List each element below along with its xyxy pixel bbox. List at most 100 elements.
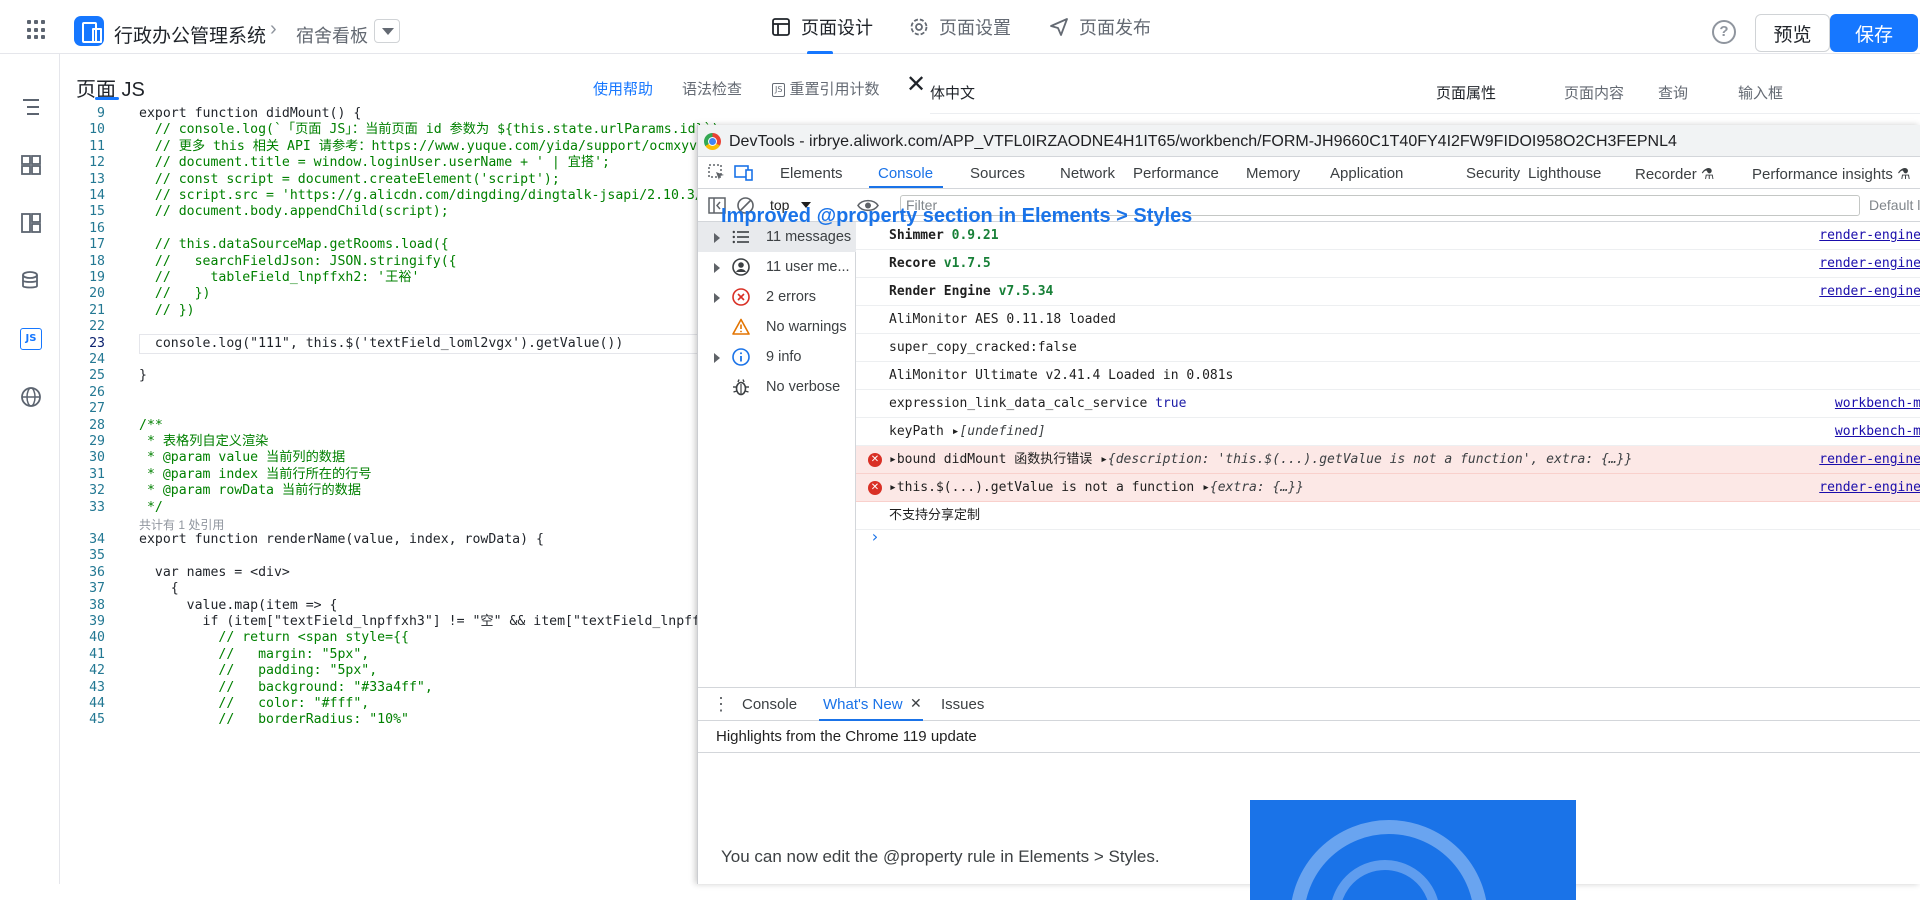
message-text: super_copy_cracked:false xyxy=(889,334,1077,362)
expand-arrow-icon xyxy=(714,233,720,243)
tab-page-publish[interactable]: 页面发布 xyxy=(1049,0,1151,54)
close-icon[interactable]: ✕ xyxy=(910,695,922,712)
message-text: ▸bound didMount 函数执行错误 ▸{description: 't… xyxy=(889,446,1632,474)
datasource-icon[interactable] xyxy=(20,270,42,292)
tab-console[interactable]: Console xyxy=(878,165,933,182)
save-button[interactable]: 保存 xyxy=(1830,14,1918,52)
tab-network[interactable]: Network xyxy=(1060,165,1115,182)
message-text: Recore v1.7.5 xyxy=(889,250,991,278)
tab-lighthouse[interactable]: Lighthouse xyxy=(1528,165,1601,182)
tab-performance[interactable]: Performance xyxy=(1133,165,1219,182)
console-message[interactable]: keyPath ▸[undefined] workbench-m xyxy=(856,418,1920,446)
tab-memory[interactable]: Memory xyxy=(1246,165,1300,182)
drawer-tab-console[interactable]: Console xyxy=(742,696,797,713)
whats-new-headline[interactable]: Improved @property section in Elements >… xyxy=(721,205,1192,228)
tab-page-settings-label: 页面设置 xyxy=(939,18,1011,38)
console-message[interactable]: Recore v1.7.5 render-engine xyxy=(856,250,1920,278)
console-message[interactable]: expression_link_data_calc_service true wo… xyxy=(856,390,1920,418)
tab-application[interactable]: Application xyxy=(1330,165,1403,182)
page-name[interactable]: 宿舍看板 xyxy=(296,22,368,48)
drawer-tab-whats-new[interactable]: What's New xyxy=(823,696,903,713)
message-label: super_copy_cracked:false xyxy=(889,340,1077,355)
info-icon xyxy=(732,348,750,366)
sidebar-item-warnings[interactable]: No warnings xyxy=(698,312,856,342)
breadcrumb-separator: › xyxy=(270,18,277,40)
sidebar-item-label: 2 errors xyxy=(766,289,816,305)
message-label: Render Engine xyxy=(889,284,991,299)
console-message[interactable]: Render Engine v7.5.34 render-engine xyxy=(856,278,1920,306)
message-text: AliMonitor Ultimate v2.41.4 Loaded in 0.… xyxy=(889,362,1233,390)
console-error-message[interactable]: ✕ ▸bound didMount 函数执行错误 ▸{description: '… xyxy=(856,446,1920,474)
bug-icon xyxy=(733,379,749,396)
reset-refcount-link[interactable]: JS 重置引用计数 xyxy=(772,78,879,99)
page-dropdown-button[interactable] xyxy=(374,19,400,43)
tab-page-design[interactable]: 页面设计 xyxy=(771,0,873,55)
message-value: v7.5.34 xyxy=(998,284,1054,299)
message-label: 不支持分享定制 xyxy=(889,508,981,523)
sidebar-item-label: 11 user me... xyxy=(766,259,850,275)
console-sidebar: 11 messages 11 user me... 2 errors No wa… xyxy=(698,222,856,687)
drawer-menu-icon[interactable]: ⋮ xyxy=(712,694,730,715)
message-source-link[interactable]: workbench-m xyxy=(1835,390,1920,418)
tab-performance-insights[interactable]: Performance insights ⚗ xyxy=(1752,165,1911,183)
device-toggle-icon[interactable] xyxy=(734,164,754,182)
devtools-window: DevTools - irbrye.aliwork.com/APP_VTFL0I… xyxy=(697,125,1920,900)
expand-arrow-icon[interactable]: ▸ xyxy=(1100,452,1108,467)
crumb-page-content[interactable]: 页面内容 xyxy=(1564,82,1624,103)
console-message[interactable]: AliMonitor Ultimate v2.41.4 Loaded in 0.… xyxy=(856,362,1920,390)
message-source-link[interactable]: render-engine xyxy=(1819,474,1920,502)
message-text: 不支持分享定制 xyxy=(889,502,980,530)
message-source-link[interactable]: workbench-m xyxy=(1835,418,1920,446)
page-properties-tab[interactable]: 页面属性 xyxy=(1436,82,1496,103)
message-text: AliMonitor AES 0.11.18 loaded xyxy=(889,306,1116,334)
close-icon[interactable]: ✕ xyxy=(906,70,926,99)
console-error-message[interactable]: ✕ ▸this.$(...).getValue is not a function… xyxy=(856,474,1920,502)
sidebar-item-label: No warnings xyxy=(766,319,847,335)
console-output[interactable]: › Shimmer 0.9.21 render-engine Recore v1.7… xyxy=(856,222,1920,687)
global-icon[interactable] xyxy=(20,386,42,408)
sidebar-item-user-messages[interactable]: 11 user me... xyxy=(698,252,856,282)
active-tab-indicator xyxy=(869,186,943,188)
app-grid-icon[interactable] xyxy=(27,20,47,40)
help-icon[interactable]: ? xyxy=(1712,20,1736,44)
expand-arrow-icon xyxy=(714,293,720,303)
sidebar-item-verbose[interactable]: No verbose xyxy=(698,372,856,402)
console-message[interactable]: 不支持分享定制 xyxy=(856,502,1920,530)
sidebar-item-info[interactable]: 9 info xyxy=(698,342,856,372)
inspect-icon[interactable] xyxy=(708,164,726,182)
console-message[interactable]: AliMonitor AES 0.11.18 loaded xyxy=(856,306,1920,334)
sidebar-item-errors[interactable]: 2 errors xyxy=(698,282,856,312)
language-select[interactable]: 体中文 xyxy=(930,82,975,103)
app-name[interactable]: 行政办公管理系统 xyxy=(114,21,266,48)
components-icon[interactable] xyxy=(20,154,42,176)
preview-button[interactable]: 预览 xyxy=(1755,14,1830,52)
message-value: {extra: {…}} xyxy=(1209,480,1304,495)
tab-security[interactable]: Security xyxy=(1466,165,1520,182)
tab-recorder[interactable]: Recorder ⚗ xyxy=(1635,165,1714,183)
line-code: */ xyxy=(139,499,163,515)
error-icon xyxy=(732,288,750,306)
message-source-link[interactable]: render-engine xyxy=(1819,222,1920,250)
expand-arrow-icon[interactable]: ▸ xyxy=(1202,480,1210,495)
outline-icon[interactable] xyxy=(20,96,42,118)
crumb-input[interactable]: 输入框 xyxy=(1738,82,1783,103)
tab-page-settings[interactable]: 页面设置 xyxy=(909,0,1011,54)
message-source-link[interactable]: render-engine xyxy=(1819,446,1920,474)
error-icon: ✕ xyxy=(868,453,882,467)
tab-elements[interactable]: Elements xyxy=(780,165,843,182)
message-source-link[interactable]: render-engine xyxy=(1819,250,1920,278)
expand-arrow-icon[interactable]: ▸ xyxy=(889,480,897,495)
drawer-tab-issues[interactable]: Issues xyxy=(941,696,984,713)
gear-icon xyxy=(910,18,928,36)
message-label: this.$(...).getValue is not a function xyxy=(896,480,1195,495)
js-icon[interactable]: JS xyxy=(20,328,42,350)
crumb-query[interactable]: 查询 xyxy=(1658,82,1688,103)
help-link[interactable]: 使用帮助 xyxy=(593,78,653,99)
tab-sources[interactable]: Sources xyxy=(970,165,1025,182)
lint-link[interactable]: 语法检查 xyxy=(682,78,742,99)
console-message[interactable]: super_copy_cracked:false xyxy=(856,334,1920,362)
expand-arrow-icon[interactable]: ▸ xyxy=(889,452,897,467)
levels-select[interactable]: Default levels xyxy=(1869,197,1920,213)
message-source-link[interactable]: render-engine xyxy=(1819,278,1920,306)
pages-icon[interactable] xyxy=(20,212,42,234)
